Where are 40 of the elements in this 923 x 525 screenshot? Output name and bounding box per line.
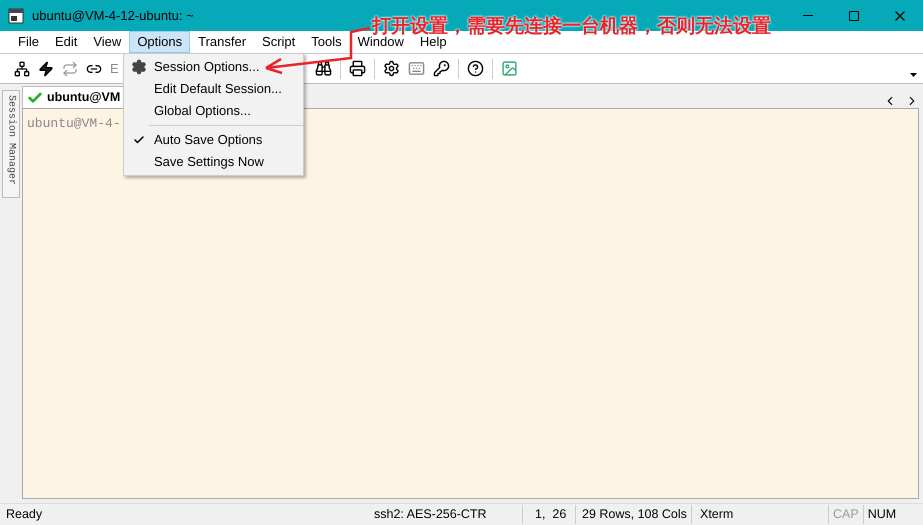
menu-item[interactable]: Script	[254, 31, 304, 53]
checkmark-icon	[133, 134, 145, 146]
maximize-icon	[848, 10, 860, 22]
minimize-icon	[803, 15, 813, 16]
gear-icon	[131, 59, 147, 75]
cipher-status: ssh2: AES-256-CTR	[360, 505, 523, 524]
terminal-text: ubuntu@VM-4-	[27, 116, 121, 131]
image-icon[interactable]	[500, 60, 518, 77]
menu-option[interactable]: Save Settings Now	[124, 151, 303, 173]
keyboard-icon[interactable]	[408, 60, 425, 77]
app-icon	[8, 8, 24, 24]
repeat-icon[interactable]	[62, 60, 78, 76]
menu-item[interactable]: Options	[129, 31, 190, 53]
menu-item[interactable]: Edit	[46, 31, 86, 53]
window-title: ubuntu@VM-4-12-ubuntu: ~	[32, 6, 194, 25]
key-icon[interactable]	[432, 60, 450, 77]
menu-item[interactable]: File	[10, 31, 47, 53]
key-indicator: NUM	[862, 505, 900, 524]
menu-item[interactable]: Tools	[303, 31, 350, 53]
cursor-position: 1, 26	[523, 505, 576, 524]
session-tab[interactable]: ubuntu@VM	[22, 86, 126, 108]
terminal-size: 29 Rows, 108 Cols	[576, 505, 692, 524]
menu-option[interactable]: Edit Default Session...	[124, 78, 303, 100]
toolbar-label: E	[110, 60, 119, 78]
menu-item[interactable]: View	[85, 31, 130, 53]
terminal-type: Xterm	[699, 506, 734, 524]
dropdown-icon[interactable]	[910, 72, 917, 76]
tree-icon[interactable]	[14, 60, 30, 76]
help-icon[interactable]	[466, 60, 484, 77]
printer-icon[interactable]	[348, 60, 366, 77]
key-indicator: CAP	[828, 505, 863, 524]
session-manager-tab[interactable]: Session Manager	[2, 90, 20, 198]
settings-icon[interactable]	[382, 60, 400, 77]
menu-item[interactable]: Transfer	[190, 31, 254, 53]
menu-option[interactable]: Session Options...	[124, 56, 303, 78]
lightning-icon[interactable]	[38, 60, 54, 76]
menu-option[interactable]: Auto Save Options	[124, 129, 303, 151]
status-text: Ready	[5, 506, 44, 524]
session-manager-label: Session Manager	[4, 95, 18, 188]
binoculars-icon[interactable]	[314, 60, 332, 77]
